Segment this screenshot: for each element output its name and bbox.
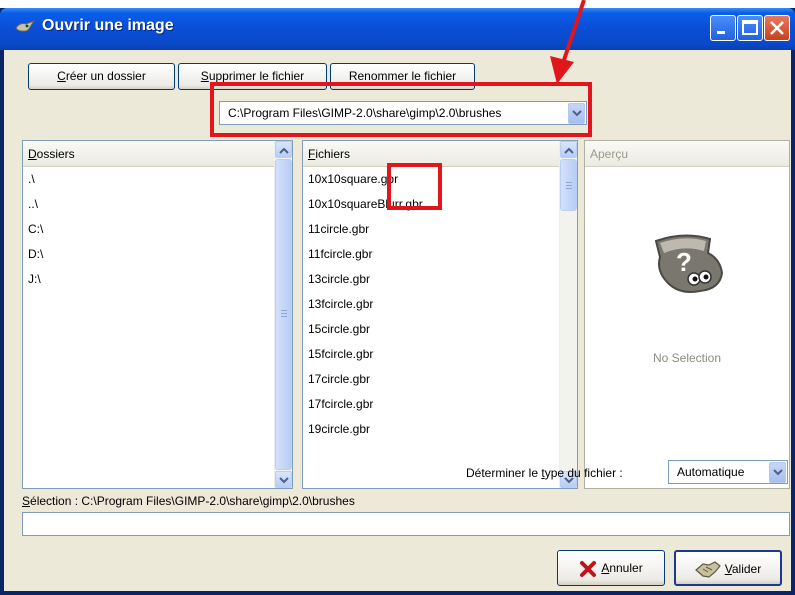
file-item[interactable]: 15circle.gbr: [303, 317, 577, 342]
file-item[interactable]: 13fcircle.gbr: [303, 292, 577, 317]
folders-header-mnemonic: D: [28, 147, 37, 161]
rename-file-button[interactable]: Renommer le fichier: [330, 63, 475, 90]
close-button[interactable]: [764, 15, 790, 41]
files-panel: Fichiers 10x10square.gbr 10x10squareBlur…: [302, 140, 578, 489]
file-item[interactable]: 10x10squareBlurr.gbr: [303, 192, 577, 217]
folder-item[interactable]: J:\: [23, 267, 292, 292]
location-dropdown-button[interactable]: [568, 103, 585, 124]
svg-text:?: ?: [676, 247, 692, 277]
create-folder-mnemonic: C: [57, 69, 66, 83]
location-path: C:\Program Files\GIMP-2.0\share\gimp\2.0…: [228, 106, 502, 120]
dialog-window: Ouvrir une image Créer un dossier Suppri…: [0, 8, 795, 595]
file-item[interactable]: 19circle.gbr: [303, 417, 577, 442]
file-item[interactable]: 13circle.gbr: [303, 267, 577, 292]
preview-header: Aperçu: [585, 141, 789, 167]
selection-label: Sélection : C:\Program Files\GIMP-2.0\sh…: [22, 494, 355, 508]
selection-input[interactable]: [22, 512, 790, 536]
folder-item[interactable]: C:\: [23, 217, 292, 242]
create-folder-label: réer un dossier: [65, 69, 146, 83]
preview-panel: Aperçu ? No Selection: [584, 140, 790, 489]
files-header-label: ichiers: [315, 147, 351, 161]
file-type-dropdown-button[interactable]: [769, 462, 786, 483]
folders-scrollbar[interactable]: [274, 141, 292, 488]
folder-item[interactable]: .\: [23, 167, 292, 192]
dialog-body: Créer un dossier Supprimer le fichier Re…: [4, 50, 791, 591]
scroll-thumb[interactable]: [560, 159, 577, 211]
file-type-label: Déterminer le type du fichier :: [466, 466, 623, 480]
preview-empty-text: No Selection: [652, 351, 722, 365]
scroll-up-button[interactable]: [275, 141, 292, 158]
folders-panel: Dossiers .\ ..\ C:\ D:\ J:\: [22, 140, 293, 489]
file-type-value: Automatique: [677, 465, 745, 479]
handshake-icon: [694, 561, 721, 578]
files-header[interactable]: Fichiers: [303, 141, 577, 167]
red-x-icon: [580, 560, 597, 577]
gimp-wilber-icon: [15, 19, 36, 32]
file-type-combo[interactable]: Automatique: [668, 460, 788, 484]
file-item[interactable]: 17circle.gbr: [303, 367, 577, 392]
minimize-button[interactable]: [710, 15, 736, 41]
maximize-button[interactable]: [737, 15, 763, 41]
files-scrollbar[interactable]: [559, 141, 577, 488]
folder-item[interactable]: ..\: [23, 192, 292, 217]
delete-file-button[interactable]: Supprimer le fichier: [178, 63, 327, 90]
delete-file-label: upprimer le fichier: [208, 69, 305, 83]
chevron-down-icon: [572, 110, 582, 117]
ok-button[interactable]: Valider: [674, 550, 782, 586]
window-title: Ouvrir une image: [42, 17, 174, 34]
file-item[interactable]: 11circle.gbr: [303, 217, 577, 242]
gimp-question-icon: ?: [654, 234, 724, 293]
scroll-down-button[interactable]: [275, 471, 292, 488]
chevron-down-icon: [773, 469, 783, 476]
minimize-icon: [717, 31, 725, 34]
folders-header[interactable]: Dossiers: [23, 141, 292, 167]
title-bar[interactable]: Ouvrir une image: [0, 8, 795, 50]
file-item[interactable]: 17fcircle.gbr: [303, 392, 577, 417]
maximize-icon: [742, 20, 758, 35]
chevron-up-icon: [279, 147, 289, 154]
file-item[interactable]: 10x10square.gbr: [303, 167, 577, 192]
folders-header-label: ossiers: [36, 147, 75, 161]
file-item[interactable]: 15fcircle.gbr: [303, 342, 577, 367]
scroll-up-button[interactable]: [560, 141, 577, 158]
location-combo[interactable]: C:\Program Files\GIMP-2.0\share\gimp\2.0…: [219, 101, 587, 125]
close-icon: [770, 21, 784, 35]
delete-file-mnemonic: S: [200, 69, 209, 83]
folder-item[interactable]: D:\: [23, 242, 292, 267]
scroll-thumb[interactable]: [275, 159, 292, 470]
chevron-down-icon: [279, 477, 289, 484]
rename-file-label: Renommer le fichier: [348, 69, 457, 83]
chevron-up-icon: [564, 147, 574, 154]
red-arrow-icon: [550, 0, 586, 84]
create-folder-button[interactable]: Créer un dossier: [28, 63, 175, 90]
cancel-button[interactable]: Annuler: [557, 550, 665, 586]
file-item[interactable]: 11fcircle.gbr: [303, 242, 577, 267]
